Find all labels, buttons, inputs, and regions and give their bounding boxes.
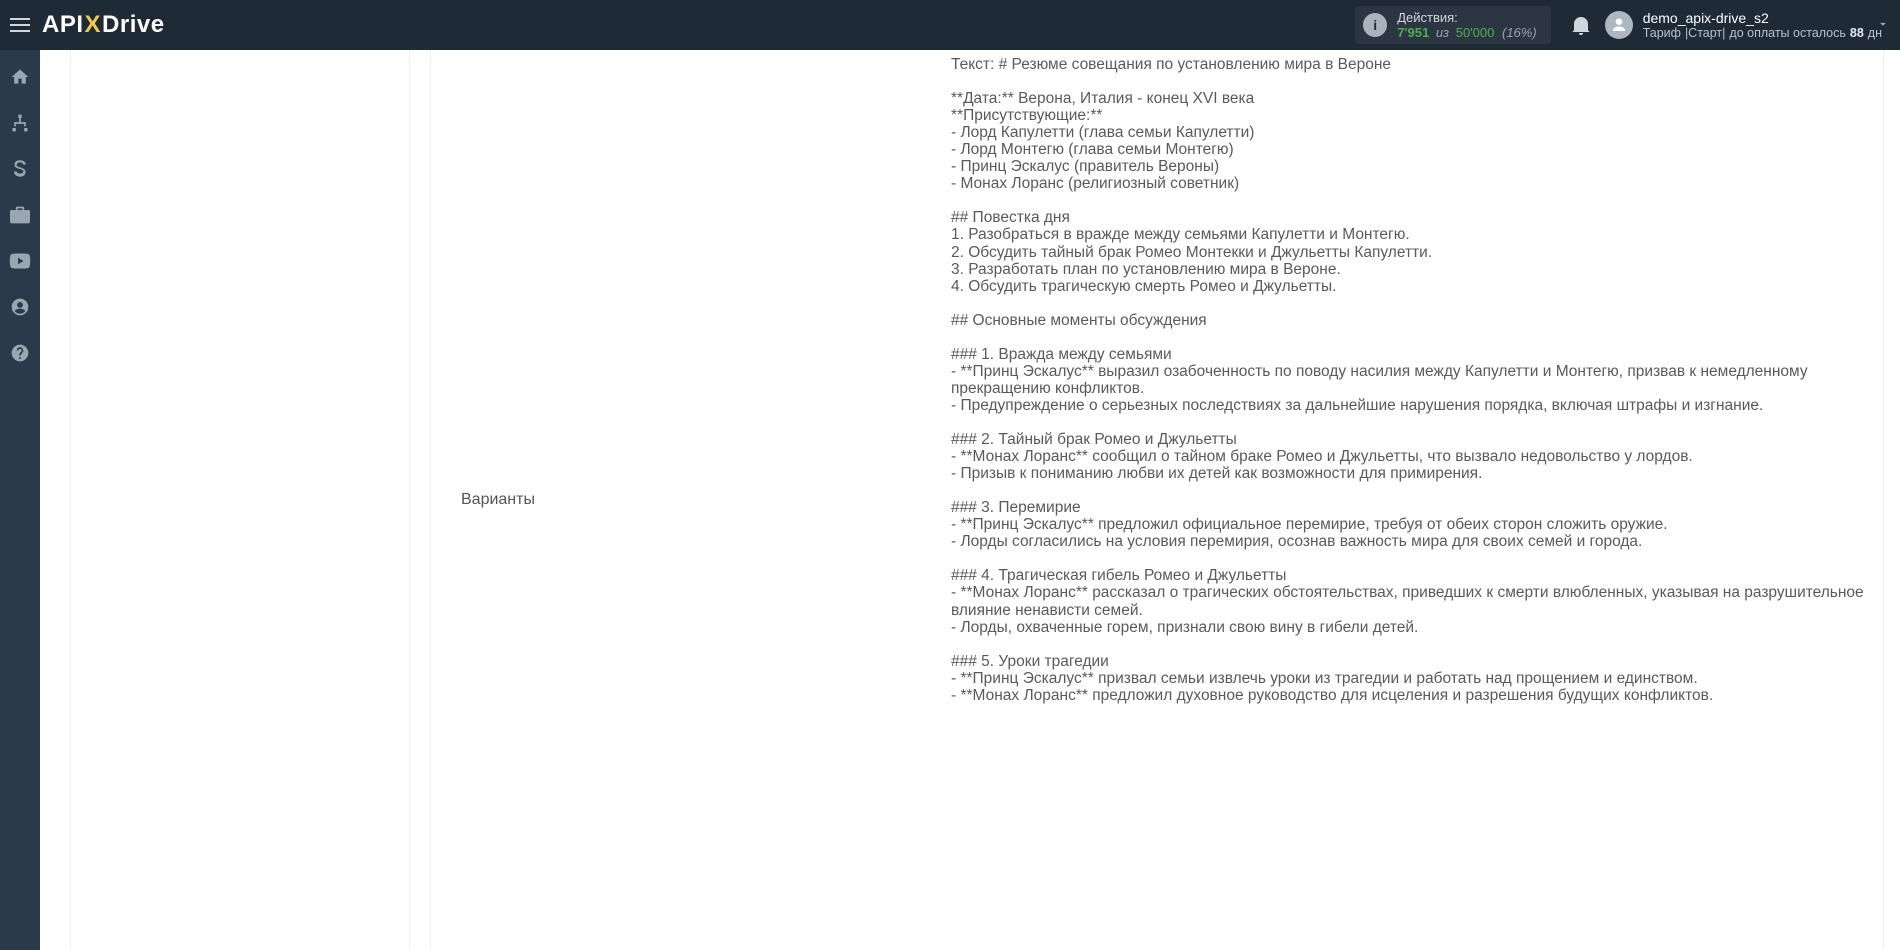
sitemap-icon — [10, 113, 30, 133]
nav-help[interactable] — [0, 340, 40, 366]
nav-account[interactable] — [0, 294, 40, 320]
nav-youtube[interactable] — [0, 248, 40, 274]
hamburger-icon — [10, 18, 30, 32]
actions-total: 50'000 — [1456, 25, 1495, 40]
left-card — [70, 50, 410, 950]
notifications-button[interactable] — [1563, 0, 1599, 50]
brand-logo[interactable]: API X Drive — [42, 11, 165, 39]
tariff-plan: |Старт| — [1685, 26, 1725, 40]
dollar-icon — [13, 158, 27, 180]
actions-of: из — [1433, 25, 1452, 40]
question-icon — [10, 343, 30, 363]
logo-text-api: API — [42, 11, 84, 39]
pay-days: 88 — [1850, 26, 1864, 40]
menu-toggle-button[interactable] — [0, 0, 40, 50]
pay-prefix: до оплаты осталось — [1729, 26, 1845, 40]
user-tariff-line: Тариф |Старт| до оплаты осталось 88 дн — [1643, 26, 1882, 40]
tariff-label: Тариф — [1643, 26, 1681, 40]
home-icon — [10, 67, 30, 87]
nav-billing[interactable] — [0, 156, 40, 182]
topbar-expand-button[interactable] — [1876, 17, 1890, 36]
user-menu[interactable]: demo_apix-drive_s2 Тариф |Старт| до опла… — [1599, 10, 1900, 40]
row-value-body: Текст: # Резюме совещания по установлени… — [951, 50, 1883, 950]
user-circle-icon — [10, 297, 30, 317]
briefcase-icon — [10, 206, 30, 224]
actions-texts: Действия: 7'951 из 50'000 (16%) — [1397, 10, 1537, 40]
left-rail — [0, 50, 40, 950]
bell-icon — [1572, 15, 1590, 35]
logo-text-x: X — [84, 11, 103, 39]
actions-pct: (16%) — [1498, 25, 1537, 40]
top-bar: API X Drive i Действия: 7'951 из 50'000 … — [0, 0, 1900, 50]
nav-connections[interactable] — [0, 110, 40, 136]
info-icon: i — [1363, 13, 1387, 37]
nav-projects[interactable] — [0, 202, 40, 228]
logo-text-drive: Drive — [102, 11, 165, 39]
user-name: demo_apix-drive_s2 — [1643, 10, 1882, 26]
main-card: Варианты Текст: # Резюме совещания по ус… — [430, 50, 1884, 950]
user-texts: demo_apix-drive_s2 Тариф |Старт| до опла… — [1643, 10, 1882, 40]
chevron-down-icon — [1876, 17, 1890, 31]
user-icon — [1611, 17, 1627, 33]
youtube-icon — [9, 253, 31, 269]
actions-used: 7'951 — [1397, 25, 1429, 40]
content-stage: Варианты Текст: # Резюме совещания по ус… — [40, 50, 1900, 950]
row-label: Варианты — [431, 50, 951, 950]
actions-title: Действия: — [1397, 10, 1537, 25]
avatar — [1605, 11, 1633, 39]
actions-usage-pill[interactable]: i Действия: 7'951 из 50'000 (16%) — [1355, 6, 1551, 44]
actions-subline: 7'951 из 50'000 (16%) — [1397, 25, 1537, 40]
nav-home[interactable] — [0, 64, 40, 90]
